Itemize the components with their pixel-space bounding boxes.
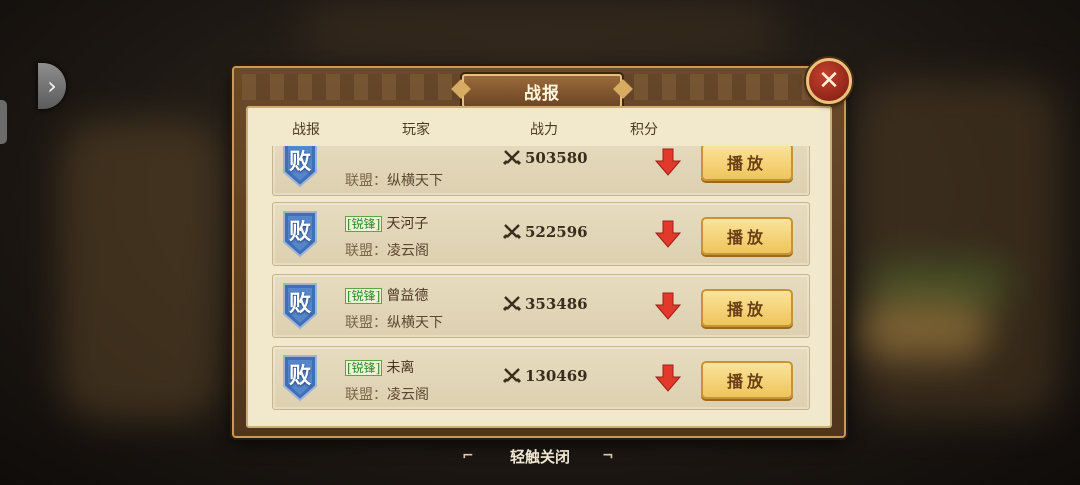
result-label: 败 — [288, 291, 311, 317]
header-power: 战力 — [530, 122, 558, 138]
background-blur — [860, 300, 990, 360]
report-panel: 战报 玩家 战力 积分 败 联盟：纵横天下 503580 播放 败 [锐锋] 天… — [246, 106, 832, 428]
result-label: 败 — [288, 363, 311, 389]
header-score: 积分 — [630, 122, 658, 138]
bracket-right-icon: ¬ — [602, 448, 614, 464]
alliance-name: 凌云阁 — [387, 387, 429, 403]
alliance-name: 纵横天下 — [387, 315, 443, 331]
rank-tag: [锐锋] — [345, 360, 383, 376]
player-line: [锐锋] 未离 — [345, 357, 414, 377]
result-label: 败 — [288, 219, 311, 245]
crossed-swords-icon — [503, 296, 521, 312]
background-blur — [60, 120, 220, 420]
defeat-shield-icon: 败 — [281, 280, 319, 332]
power-value: 130469 — [503, 367, 588, 385]
power-value: 353486 — [503, 295, 588, 313]
close-hint-area[interactable]: ⌐ 轻触关闭 ¬ — [0, 446, 1080, 467]
background-blur — [300, 0, 780, 60]
alliance-line: 联盟：凌云阁 — [345, 384, 429, 404]
alliance-name: 凌云阁 — [387, 243, 429, 259]
alliance-line: 联盟：凌云阁 — [345, 240, 429, 260]
defeat-shield-icon: 败 — [281, 208, 319, 260]
report-row: 败 [锐锋] 未离 联盟：凌云阁 130469 播放 — [272, 346, 810, 410]
red-down-arrow-icon — [655, 292, 681, 320]
alliance-label: 联盟： — [345, 173, 387, 189]
crossed-swords-icon — [503, 224, 521, 240]
result-label: 败 — [288, 149, 311, 175]
power-number: 522596 — [525, 223, 588, 241]
play-button[interactable]: 播放 — [701, 289, 793, 327]
crossed-swords-icon — [503, 368, 521, 384]
close-hint-text: 轻触关闭 — [509, 448, 570, 466]
player-line: [锐锋] 曾益德 — [345, 285, 428, 305]
power-number: 353486 — [525, 295, 588, 313]
background-blur — [860, 80, 1060, 420]
report-row: 败 [锐锋] 曾益德 联盟：纵横天下 353486 播放 — [272, 274, 810, 338]
alliance-line: 联盟：纵横天下 — [345, 312, 443, 332]
red-down-arrow-icon — [655, 148, 681, 176]
bracket-left-icon: ⌐ — [462, 448, 474, 464]
power-number: 130469 — [525, 367, 588, 385]
red-down-arrow-icon — [655, 220, 681, 248]
play-button[interactable]: 播放 — [701, 361, 793, 399]
player-name: 曾益德 — [386, 288, 429, 304]
report-list[interactable]: 败 联盟：纵横天下 503580 播放 败 [锐锋] 天河子 联盟：凌云阁 52… — [248, 146, 830, 426]
crossed-swords-icon — [503, 150, 521, 166]
alliance-label: 联盟： — [345, 387, 387, 403]
alliance-label: 联盟： — [345, 315, 387, 331]
alliance-label: 联盟： — [345, 243, 387, 259]
header-player: 玩家 — [402, 122, 430, 138]
player-name: 未离 — [386, 360, 415, 376]
report-row: 败 [锐锋] 天河子 联盟：凌云阁 522596 播放 — [272, 202, 810, 266]
close-button[interactable]: ✕ — [806, 58, 852, 104]
table-header: 战报 玩家 战力 积分 — [248, 108, 830, 146]
side-expand-button[interactable]: › — [38, 63, 66, 109]
player-line: [锐锋] 天河子 — [345, 213, 428, 233]
alliance-line: 联盟：纵横天下 — [345, 170, 443, 190]
alliance-name: 纵横天下 — [387, 173, 443, 189]
power-value: 522596 — [503, 223, 588, 241]
play-button[interactable]: 播放 — [701, 217, 793, 255]
chevron-right-icon: › — [47, 72, 57, 100]
battle-report-dialog: 战报 战报 玩家 战力 积分 败 联盟：纵横天下 503580 播放 败 [锐锋… — [232, 66, 846, 438]
report-row: 败 联盟：纵横天下 503580 播放 — [272, 146, 810, 196]
side-tab[interactable] — [0, 100, 7, 144]
power-value: 503580 — [503, 149, 588, 167]
rank-tag: [锐锋] — [345, 288, 383, 304]
play-button[interactable]: 播放 — [701, 146, 793, 181]
rank-tag: [锐锋] — [345, 216, 383, 232]
defeat-shield-icon: 败 — [281, 352, 319, 404]
close-icon: ✕ — [818, 66, 840, 96]
dialog-title: 战报 — [462, 74, 622, 108]
header-battle: 战报 — [292, 122, 320, 138]
defeat-shield-icon: 败 — [281, 146, 319, 190]
red-down-arrow-icon — [655, 364, 681, 392]
player-name: 天河子 — [386, 216, 429, 232]
power-number: 503580 — [525, 149, 588, 167]
